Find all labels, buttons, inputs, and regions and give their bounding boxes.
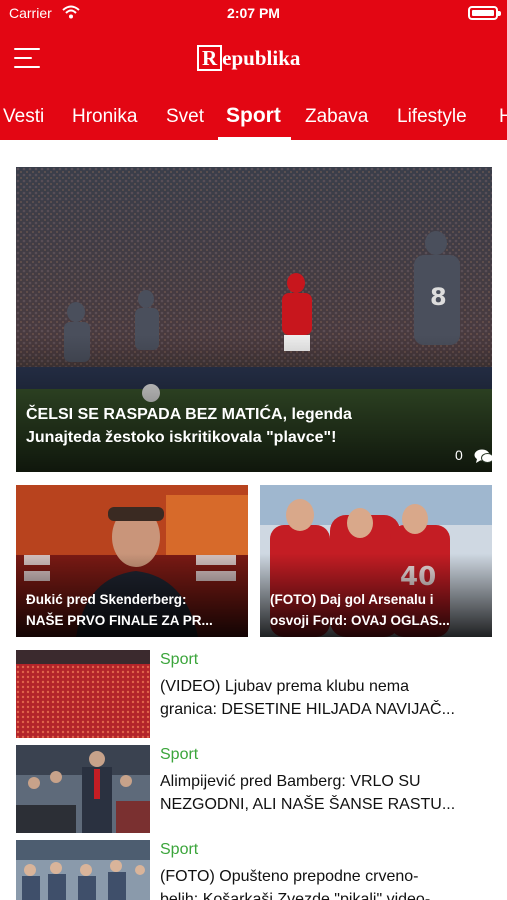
- list-thumbnail: [16, 840, 150, 900]
- list-thumbnail: [16, 650, 150, 738]
- list-category: Sport: [160, 746, 199, 763]
- list-item[interactable]: Sport Alimpijević pred Bamberg: VRLO SU …: [16, 745, 492, 833]
- comments-icon[interactable]: [474, 449, 492, 465]
- tab-svet[interactable]: Svet: [166, 106, 204, 128]
- hamburger-menu-icon[interactable]: [14, 48, 40, 70]
- card-title: Đukić pred Skenderberg: NAŠE PRVO FINALE…: [26, 592, 213, 628]
- tab-vesti[interactable]: Vesti: [3, 106, 44, 128]
- list-headline: (VIDEO) Ljubav prema klubu nema granica:…: [160, 678, 455, 718]
- tab-zabava[interactable]: Zabava: [305, 106, 368, 128]
- tab-hronika[interactable]: Hronika: [72, 106, 137, 128]
- list-item[interactable]: Sport (FOTO) Opušteno prepodne crveno- b…: [16, 840, 492, 900]
- card-title: (FOTO) Daj gol Arsenalu i osvoji Ford: O…: [270, 592, 450, 628]
- list-item[interactable]: Sport (VIDEO) Ljubav prema klubu nema gr…: [16, 650, 492, 738]
- hero-article[interactable]: 8 ČELSI SE RASPADA BEZ MATIĆA, legenda J…: [16, 167, 492, 472]
- comment-count: 0: [455, 447, 463, 463]
- article-card[interactable]: Đukić pred Skenderberg: NAŠE PRVO FINALE…: [16, 485, 248, 637]
- list-headline: Alimpijević pred Bamberg: VRLO SU NEZGOD…: [160, 773, 456, 813]
- article-card[interactable]: 40 (FOTO) Daj gol Arsenalu i osvoji Ford…: [260, 485, 492, 637]
- tab-h[interactable]: H: [499, 106, 507, 128]
- battery-icon: [468, 6, 501, 20]
- clock: 2:07 PM: [227, 5, 280, 21]
- list-category: Sport: [160, 651, 199, 668]
- republika-logo: Republika: [197, 45, 300, 73]
- list-thumbnail: [16, 745, 150, 833]
- hero-title: ČELSI SE RASPADA BEZ MATIĆA, legenda Jun…: [26, 406, 352, 446]
- category-tabs: Vesti Hronika Svet Sport Zabava Lifestyl…: [0, 92, 507, 140]
- status-bar: Carrier 2:07 PM: [0, 0, 507, 26]
- list-headline: (FOTO) Opušteno prepodne crveno- belih: …: [160, 868, 431, 900]
- tab-sport[interactable]: Sport: [226, 104, 281, 128]
- app-header: Republika: [0, 26, 507, 92]
- list-category: Sport: [160, 841, 199, 858]
- tab-lifestyle[interactable]: Lifestyle: [397, 106, 467, 128]
